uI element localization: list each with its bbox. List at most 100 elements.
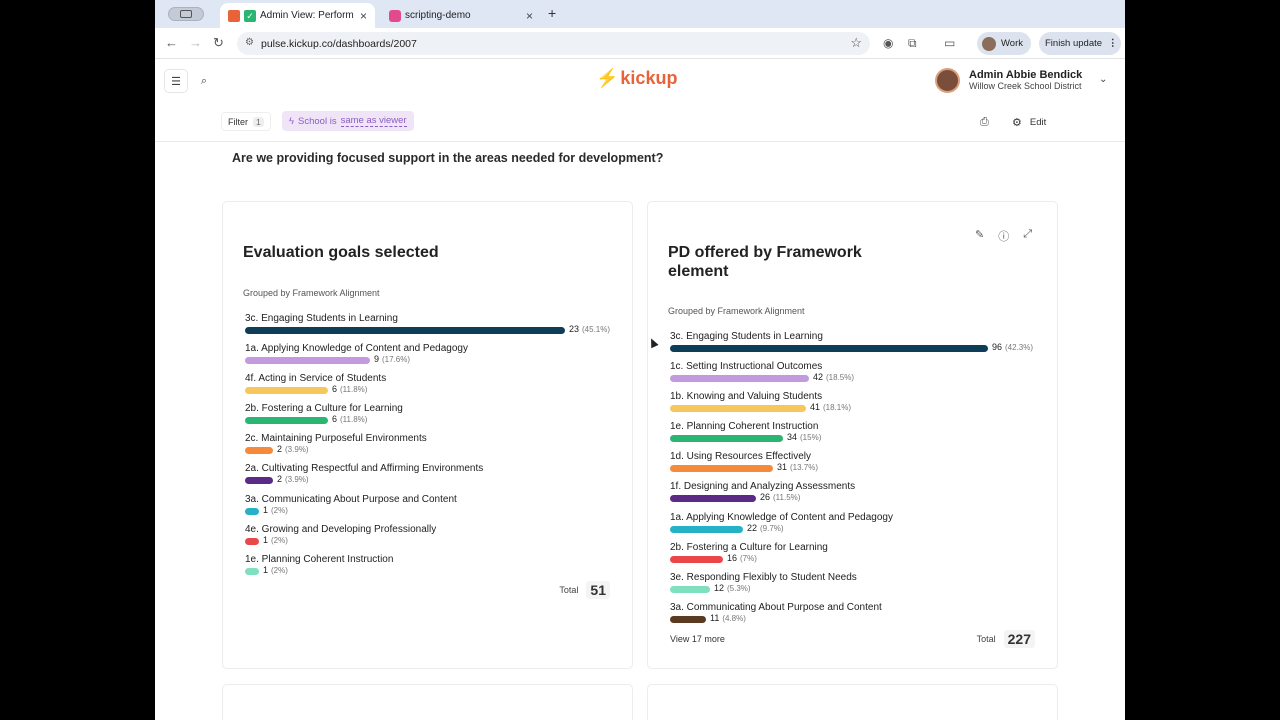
bar-list: 3c. Engaging Students in Learning 23 (45.1… — [245, 312, 625, 583]
profile-button[interactable]: Work — [977, 32, 1031, 55]
bar — [670, 465, 773, 473]
user-menu[interactable]: Admin Abbie Bendick Willow Creek School … — [935, 68, 1107, 93]
bar-percent: (11.5%) — [773, 493, 801, 503]
reload-icon[interactable]: ↻ — [213, 35, 224, 51]
bar-row[interactable]: 1d. Using Resources Effectively 31 (13.7%) — [670, 450, 1050, 480]
more-menu-icon[interactable]: ⋮ — [1108, 38, 1118, 49]
chevron-down-icon[interactable]: ⌄ — [1099, 74, 1107, 85]
bar — [670, 435, 783, 443]
checkmark-icon: ✓ — [244, 9, 256, 22]
bar-label: 3a. Communicating About Purpose and Cont… — [245, 493, 457, 505]
bar — [670, 405, 806, 413]
bar-row[interactable]: 3a. Communicating About Purpose and Cont… — [245, 493, 625, 523]
bar — [245, 567, 259, 575]
total-label: Total — [976, 634, 996, 644]
bar-count: 12 — [714, 582, 725, 593]
info-icon[interactable]: ⓘ — [998, 228, 1009, 244]
tab-title: scripting-demo — [405, 10, 471, 21]
puzzle-extensions-icon[interactable]: ⧉ — [908, 36, 917, 51]
forward-arrow-icon[interactable]: → — [189, 35, 202, 50]
tab-scripting-demo[interactable]: scripting-demo × — [381, 3, 541, 28]
url-text: pulse.kickup.co/dashboards/2007 — [261, 37, 417, 50]
bar-value: 42 (18.5%) — [813, 372, 854, 382]
expand-icon[interactable]: ⤢ — [1023, 228, 1032, 244]
bar-label: 1f. Designing and Analyzing Assessments — [670, 481, 856, 493]
browser-window: ✓ Admin View: Performance × scripting-de… — [155, 0, 1125, 720]
tab-strip: ✓ Admin View: Performance × scripting-de… — [155, 0, 1125, 28]
bar-percent: (3.9%) — [285, 475, 309, 485]
filter-button[interactable]: Filter 1 — [221, 112, 271, 131]
bar-label: 4e. Growing and Developing Professionall… — [245, 523, 437, 535]
bar-row[interactable]: 2b. Fostering a Culture for Learning 6 (11… — [245, 402, 625, 432]
bar-row[interactable]: 1c. Setting Instructional Outcomes 42 (18.… — [670, 360, 1050, 390]
extension-icon[interactable]: ◉ — [883, 36, 893, 50]
bar-row[interactable]: 3e. Responding Flexibly to Student Needs… — [670, 571, 1050, 601]
bar-value: 6 (11.8%) — [332, 414, 367, 424]
bookmark-star-icon[interactable]: ☆ — [850, 35, 862, 51]
url-bar[interactable]: ⚙ pulse.kickup.co/dashboards/2007 ☆ — [237, 32, 870, 55]
bar-count: 2 — [277, 444, 283, 455]
view-more-link[interactable]: View 17 more — [670, 634, 725, 644]
close-tab-icon[interactable]: × — [360, 9, 367, 23]
bar-list: 3c. Engaging Students in Learning 96 (42.3… — [670, 330, 1050, 631]
bar-row[interactable]: 1b. Knowing and Valuing Students 41 (18.1%… — [670, 390, 1050, 420]
section-question: Are we providing focused support in the … — [232, 151, 664, 165]
menu-hamburger-icon[interactable]: ☰ — [164, 69, 188, 93]
back-arrow-icon[interactable]: ← — [165, 35, 178, 50]
bar-count: 22 — [747, 522, 758, 533]
bar-row[interactable]: 3c. Engaging Students in Learning 96 (42.3… — [670, 330, 1050, 360]
finish-update-button[interactable]: Finish update ⋮ — [1039, 32, 1121, 55]
profile-avatar — [982, 36, 996, 51]
bar — [670, 525, 743, 533]
bar-row[interactable]: 1f. Designing and Analyzing Assessments 2… — [670, 480, 1050, 510]
site-info-icon[interactable]: ⚙ — [245, 37, 254, 48]
bar-value: 9 (17.6%) — [374, 354, 410, 364]
bar-row[interactable]: 2a. Cultivating Respectful and Affirming… — [245, 462, 625, 492]
bar-value: 31 (13.7%) — [777, 462, 818, 472]
bar-count: 11 — [710, 612, 720, 623]
window-switcher-button[interactable] — [168, 7, 204, 21]
bar-row[interactable]: 1e. Planning Coherent Instruction 1 (2%) — [245, 553, 625, 583]
bar — [245, 537, 259, 545]
close-tab-icon[interactable]: × — [526, 9, 533, 23]
bar-row[interactable]: 1a. Applying Knowledge of Content and Pe… — [670, 511, 1050, 541]
kickup-favicon-icon — [228, 9, 240, 22]
print-icon[interactable]: ⎙ — [980, 116, 989, 129]
bar-label: 1e. Planning Coherent Instruction — [245, 553, 394, 565]
avatar — [935, 68, 960, 93]
edit-dashboard-button[interactable]: ⚙ Edit — [1012, 116, 1046, 129]
profile-label: Work — [1001, 38, 1023, 49]
bar-label: 1d. Using Resources Effectively — [670, 451, 811, 463]
bar-row[interactable]: 4e. Growing and Developing Professionall… — [245, 523, 625, 553]
edit-pencil-icon[interactable]: ✎ — [975, 228, 984, 244]
bar — [670, 585, 710, 593]
bar-row[interactable]: 3c. Engaging Students in Learning 23 (45.1… — [245, 312, 625, 342]
kickup-runner-icon: ⚡ — [596, 68, 619, 88]
cast-icon[interactable]: ▭ — [944, 36, 955, 50]
bar — [245, 357, 370, 365]
logo-text: kickup — [620, 68, 678, 88]
gear-icon: ⚙ — [1012, 117, 1022, 129]
bar-row[interactable]: 2c. Maintaining Purposeful Environments 2… — [245, 432, 625, 462]
search-icon[interactable]: ⌕ — [192, 69, 216, 93]
new-tab-button[interactable]: + — [548, 5, 556, 21]
bar-percent: (2%) — [271, 565, 288, 575]
bar-row[interactable]: 3a. Communicating About Purpose and Cont… — [670, 601, 1050, 631]
bar-row[interactable]: 1a. Applying Knowledge of Content and Pe… — [245, 342, 625, 372]
bar-row[interactable]: 2b. Fostering a Culture for Learning 16 (7… — [670, 541, 1050, 571]
bar-percent: (5.3%) — [727, 583, 751, 593]
bar — [670, 495, 756, 503]
bar-label: 1c. Setting Instructional Outcomes — [670, 361, 823, 373]
bar-count: 6 — [332, 414, 338, 425]
bar-row[interactable]: 1e. Planning Coherent Instruction 34 (15%) — [670, 420, 1050, 450]
tab-admin-view[interactable]: ✓ Admin View: Performance × — [220, 3, 375, 28]
card-subtitle: Grouped by Framework Alignment — [243, 288, 380, 298]
bar-percent: (11.8%) — [340, 415, 368, 425]
chip-field: School is — [298, 115, 337, 127]
school-filter-chip[interactable]: ϟ School is same as viewer — [282, 111, 414, 131]
slides-favicon-icon — [389, 9, 401, 22]
card-next-right — [647, 684, 1058, 720]
bar-count: 42 — [813, 372, 824, 383]
bar-row[interactable]: 4f. Acting in Service of Students 6 (11.8%… — [245, 372, 625, 402]
kickup-logo[interactable]: ⚡ kickup — [596, 68, 677, 89]
